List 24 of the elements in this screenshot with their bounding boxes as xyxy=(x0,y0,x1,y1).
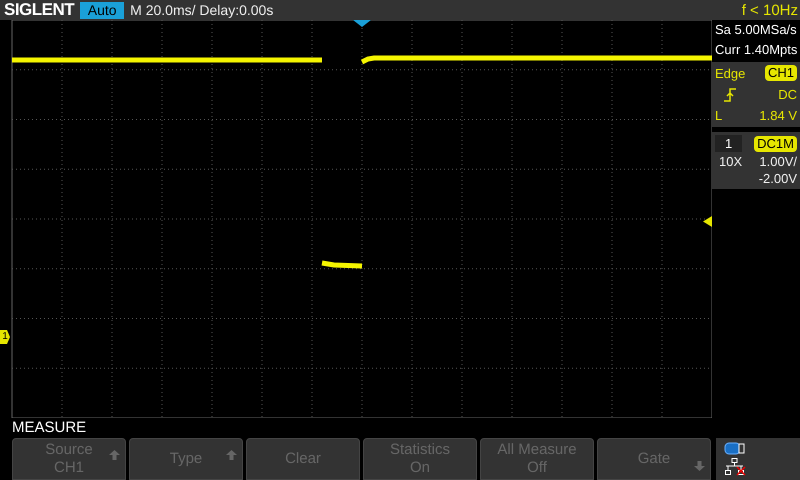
brand-logo: SIGLENT xyxy=(3,0,76,20)
network-disconnected-icon xyxy=(724,458,746,476)
probe-ratio: 10X xyxy=(718,154,742,169)
trigger-mode-indicator: Auto xyxy=(80,2,124,18)
frequency-readout: f < 10Hz xyxy=(742,2,799,18)
rising-edge-icon xyxy=(723,88,737,102)
timebase-readout: M 20.0ms/ Delay:0.00s xyxy=(130,2,274,18)
down-arrow-icon xyxy=(694,461,705,471)
up-arrow-icon xyxy=(226,450,237,460)
vertical-scale: 1.00V/ xyxy=(759,154,797,169)
menu-title: MEASURE xyxy=(11,418,88,438)
trigger-level-readout: 1.84 V xyxy=(759,108,797,123)
up-arrow-icon xyxy=(109,450,120,460)
channel-ground-marker: 1 xyxy=(0,330,10,344)
sample-rate-readout: Sa 5.00MSa/s xyxy=(714,21,798,39)
memory-depth-readout: Curr 1.40Mpts xyxy=(714,41,798,59)
trigger-coupling: DC xyxy=(778,87,797,102)
trigger-level-label: L xyxy=(715,108,722,123)
trigger-level-marker xyxy=(703,216,712,227)
channel-coupling-badge: DC1M xyxy=(754,136,797,152)
trigger-type: Edge xyxy=(715,66,746,80)
usb-drive-icon xyxy=(724,442,745,455)
vertical-offset: -2.00V xyxy=(758,171,797,186)
trigger-source-badge: CH1 xyxy=(764,65,797,81)
